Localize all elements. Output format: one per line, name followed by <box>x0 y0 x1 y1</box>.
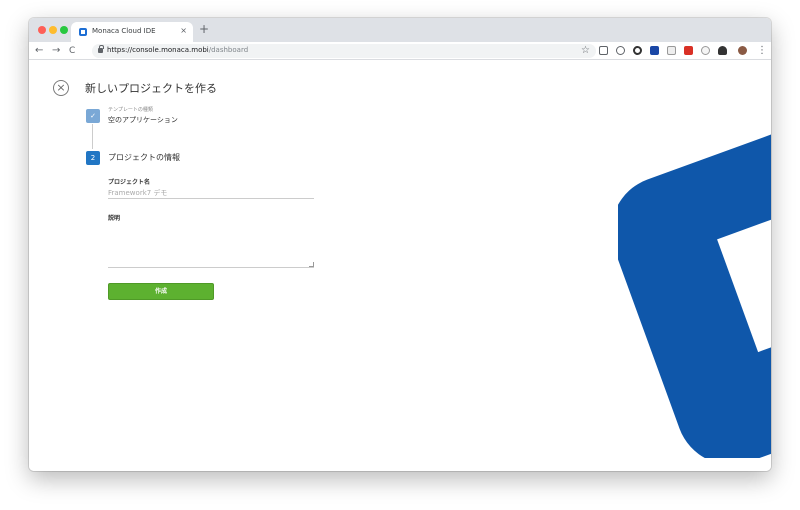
record-extension-icon[interactable] <box>684 46 693 55</box>
step2-number-badge: 2 <box>86 151 100 165</box>
forward-button[interactable]: → <box>52 44 60 58</box>
browser-tab[interactable]: Monaca Cloud IDE × <box>71 22 193 42</box>
page-title: 新しいプロジェクトを作る <box>85 82 217 95</box>
browser-menu-icon[interactable]: ⋮ <box>757 44 767 58</box>
step1-label: テンプレートの種類 <box>108 107 153 113</box>
profile-avatar[interactable] <box>738 46 747 55</box>
tab-manager-extension-icon[interactable] <box>599 46 608 55</box>
lock-icon <box>98 45 104 53</box>
project-name-label: プロジェクト名 <box>108 179 151 186</box>
sync-extension-icon[interactable] <box>633 46 642 55</box>
browser-toolbar: ← → C https://console.monaca.mobi/dashbo… <box>29 42 771 60</box>
face-extension-icon[interactable] <box>701 46 710 55</box>
bookmark-star-icon[interactable]: ☆ <box>581 44 590 58</box>
step2-label: プロジェクトの情報 <box>108 153 180 162</box>
tab-bar: Monaca Cloud IDE × + <box>29 18 771 42</box>
project-name-input[interactable] <box>108 187 314 199</box>
minimize-window-button[interactable] <box>49 26 57 34</box>
step1-value: 空のアプリケーション <box>108 116 178 124</box>
text-extension-icon[interactable] <box>650 46 659 55</box>
skull-extension-icon[interactable] <box>718 46 727 55</box>
textarea-resize-handle[interactable] <box>309 262 314 267</box>
back-button[interactable]: ← <box>35 44 43 58</box>
info-extension-icon[interactable] <box>616 46 625 55</box>
maximize-window-button[interactable] <box>60 26 68 34</box>
step-connector <box>92 124 93 149</box>
create-button[interactable]: 作成 <box>108 283 214 300</box>
monaca-favicon-icon <box>79 28 87 36</box>
url-text: https://console.monaca.mobi/dashboard <box>107 46 249 54</box>
monaca-dashboard-page: × 新しいプロジェクトを作る ✓ テンプレートの種類 空のアプリケーション 2 … <box>29 60 771 471</box>
browser-window: Monaca Cloud IDE × + ← → C https://conso… <box>29 18 771 471</box>
new-tab-button[interactable]: + <box>199 22 209 36</box>
close-window-button[interactable] <box>38 26 46 34</box>
close-wizard-button[interactable]: × <box>53 80 69 96</box>
step1-check-icon: ✓ <box>86 109 100 123</box>
tab-title: Monaca Cloud IDE <box>92 27 156 35</box>
description-label: 説明 <box>108 215 121 222</box>
address-bar[interactable]: https://console.monaca.mobi/dashboard ☆ <box>92 44 596 58</box>
reload-button[interactable]: C <box>69 44 75 58</box>
description-textarea[interactable] <box>108 225 314 268</box>
tab-close-icon[interactable]: × <box>180 26 187 35</box>
monaca-logo-decoration <box>618 118 771 458</box>
image-extension-icon[interactable] <box>667 46 676 55</box>
